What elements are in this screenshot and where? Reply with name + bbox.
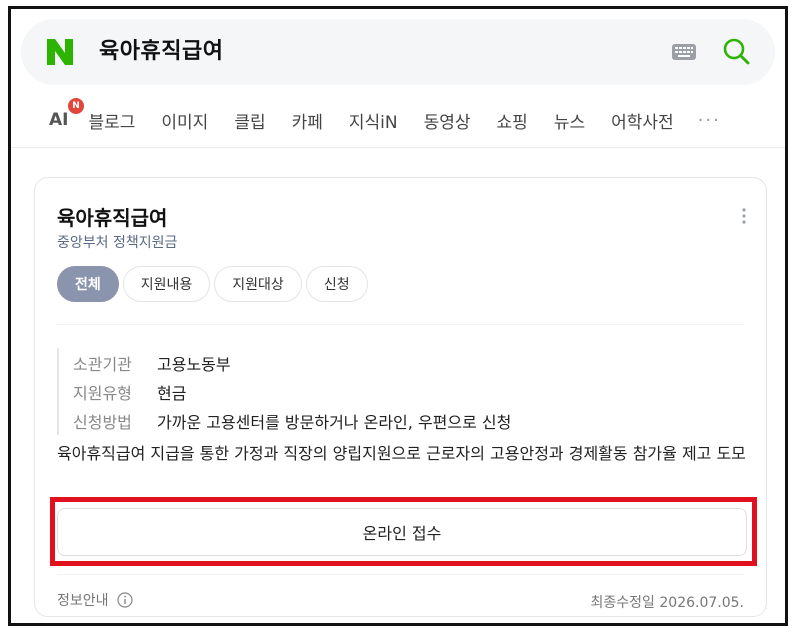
footer-divider bbox=[57, 574, 744, 575]
tab-cafe[interactable]: 카페 bbox=[292, 108, 323, 133]
tab-news[interactable]: 뉴스 bbox=[554, 108, 585, 133]
tab-ai-label: AI bbox=[49, 110, 69, 130]
policy-description: 육아휴직급여 지급을 통한 가정과 직장의 양립지원으로 근로자의 고용안정과 … bbox=[57, 444, 746, 463]
chip-all[interactable]: 전체 bbox=[57, 266, 119, 302]
screenshot-frame: 육아휴직급여 AI N 블로그 이미지 클립 카페 지식iN 동영상 쇼핑 뉴스… bbox=[8, 6, 788, 626]
card-title[interactable]: 육아휴직급여 bbox=[57, 202, 167, 231]
chip-apply[interactable]: 신청 bbox=[305, 266, 368, 302]
info-value: 현금 bbox=[157, 383, 187, 403]
card-divider bbox=[57, 324, 744, 325]
info-row-method: 신청방법 가까운 고용센터를 방문하거나 온라인, 우편으로 신청 bbox=[73, 406, 511, 435]
tabs-divider bbox=[11, 147, 785, 148]
info-notice-label: 정보안내 bbox=[57, 593, 109, 609]
info-list: 소관기관 고용노동부 지원유형 현금 신청방법 가까운 고용센터를 방문하거나 … bbox=[57, 348, 511, 435]
info-value: 고용노동부 bbox=[157, 354, 231, 374]
search-bar[interactable]: 육아휴직급여 bbox=[21, 19, 775, 85]
tab-blog[interactable]: 블로그 bbox=[88, 108, 135, 133]
last-modified-date: 최종수정일 2026.07.05. bbox=[590, 595, 744, 611]
kebab-menu-icon[interactable] bbox=[742, 208, 746, 224]
tab-shopping[interactable]: 쇼핑 bbox=[497, 108, 528, 133]
tab-ai[interactable]: AI N bbox=[49, 98, 84, 130]
info-row-agency: 소관기관 고용노동부 bbox=[73, 348, 511, 377]
info-key: 신청방법 bbox=[73, 412, 132, 432]
info-icon[interactable] bbox=[116, 592, 133, 608]
search-tabs: AI N 블로그 이미지 클립 카페 지식iN 동영상 쇼핑 뉴스 어학사전 ·… bbox=[49, 98, 721, 135]
card-subtitle: 중앙부처 정책지원금 bbox=[57, 235, 178, 251]
tab-video[interactable]: 동영상 bbox=[424, 108, 471, 133]
highlight-box bbox=[50, 497, 757, 566]
tab-kin[interactable]: 지식iN bbox=[349, 108, 398, 133]
new-badge: N bbox=[68, 98, 84, 114]
search-query[interactable]: 육아휴직급여 bbox=[99, 37, 223, 67]
tab-image[interactable]: 이미지 bbox=[161, 108, 208, 133]
info-notice[interactable]: 정보안내 bbox=[57, 590, 133, 610]
tab-dictionary[interactable]: 어학사전 bbox=[611, 108, 674, 133]
naver-logo[interactable] bbox=[45, 37, 75, 67]
keyboard-icon[interactable] bbox=[671, 43, 697, 61]
tab-clip[interactable]: 클립 bbox=[234, 108, 265, 133]
more-tabs-icon[interactable]: ··· bbox=[698, 110, 721, 131]
info-value: 가까운 고용센터를 방문하거나 온라인, 우편으로 신청 bbox=[157, 412, 512, 432]
chip-support-content[interactable]: 지원내용 bbox=[122, 266, 211, 302]
search-icon[interactable] bbox=[721, 36, 751, 66]
filter-chips: 전체 지원내용 지원대상 신청 bbox=[57, 266, 372, 302]
info-row-type: 지원유형 현금 bbox=[73, 377, 511, 406]
policy-card: 육아휴직급여 중앙부처 정책지원금 전체 지원내용 지원대상 신청 소관기관 고… bbox=[34, 177, 767, 617]
info-key: 소관기관 bbox=[73, 354, 132, 374]
info-key: 지원유형 bbox=[73, 383, 132, 403]
chip-support-target[interactable]: 지원대상 bbox=[214, 266, 302, 302]
